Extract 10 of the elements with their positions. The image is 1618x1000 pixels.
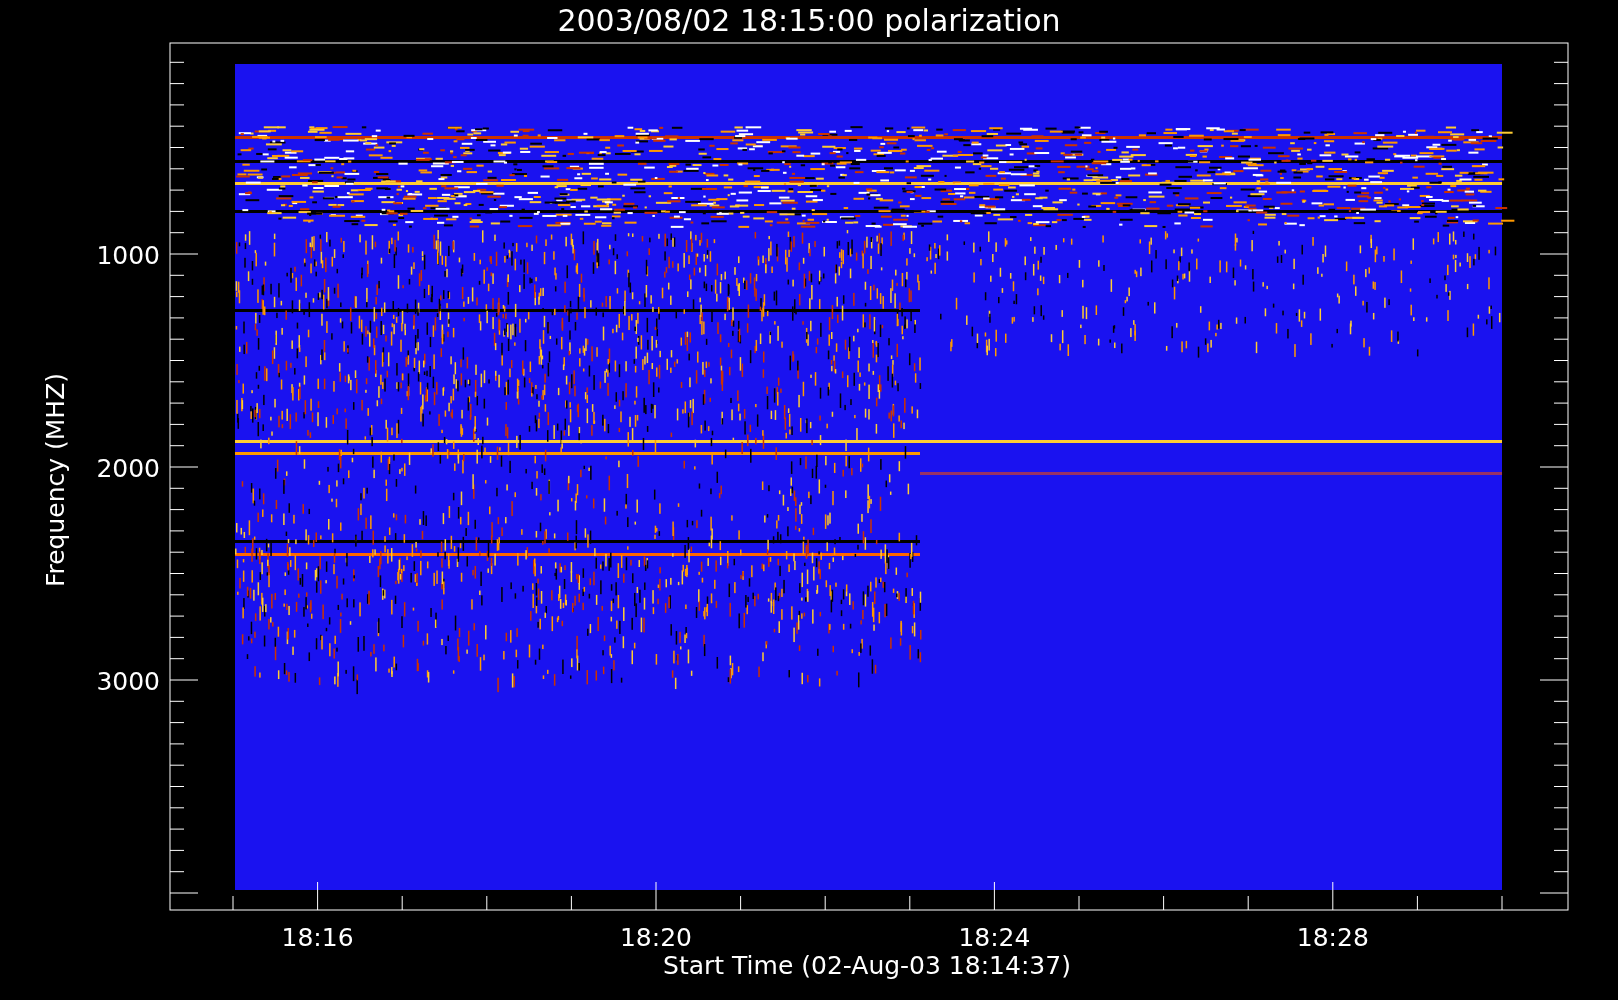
y-tick-label: 3000 xyxy=(96,667,160,696)
y-axis-label: Frequency (MHZ) xyxy=(41,372,70,588)
x-tick-label: 18:24 xyxy=(958,923,1031,952)
x-tick-label: 18:20 xyxy=(620,923,692,952)
x-axis-label: Start Time (02-Aug-03 18:14:37) xyxy=(663,951,1071,980)
x-tick-label: 18:16 xyxy=(281,923,354,952)
plot-title: 2003/08/02 18:15:00 polarization xyxy=(557,3,1061,38)
y-tick-label: 2000 xyxy=(96,454,160,483)
x-tick-label: 18:28 xyxy=(1296,923,1369,952)
y-tick-label: 1000 xyxy=(96,241,160,270)
